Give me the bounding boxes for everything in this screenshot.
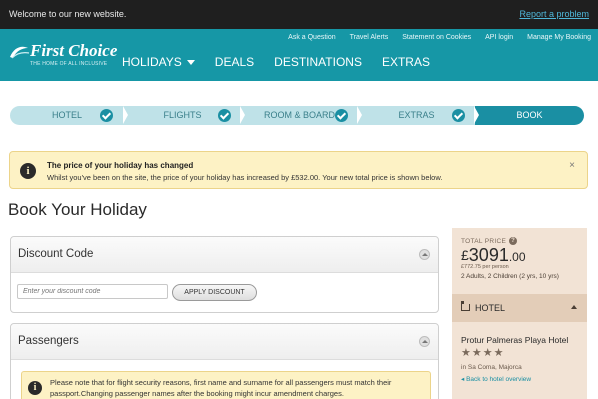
step-book-label: BOOK [516,110,543,120]
passengers-panel-title: Passengers [18,335,79,347]
report-problem-link[interactable]: Report a problem [519,9,589,19]
bed-icon [460,301,470,311]
travel-alerts-link[interactable]: Travel Alerts [350,34,389,41]
cookies-statement-link[interactable]: Statement on Cookies [402,34,471,41]
discount-code-input[interactable] [17,284,168,299]
step-separator [240,106,245,124]
check-icon [218,109,231,122]
hotel-section-label: HOTEL [475,303,506,313]
nav-extras-label: EXTRAS [381,55,430,69]
step-room-board[interactable]: ROOM & BOARD [241,106,362,125]
per-person-price: £772.75 per person [461,264,509,270]
booking-summary: TOTAL PRICE ? £3091.00 £772.75 per perso… [452,228,587,399]
manage-booking-link[interactable]: Manage My Booking [527,34,591,41]
close-icon[interactable]: × [569,160,575,171]
collapse-icon[interactable] [419,249,430,260]
price-change-alert: i The price of your holiday has changed … [9,151,588,189]
apply-discount-button[interactable]: APPLY DISCOUNT [172,284,257,301]
ask-question-link[interactable]: Ask a Question [288,34,335,41]
info-icon: i [20,163,36,179]
logo-swoosh-icon [10,46,30,59]
price-currency: £ [461,247,469,263]
page-title: Book Your Holiday [8,200,147,219]
chevron-down-icon [186,59,195,65]
discount-panel: Discount Code APPLY DISCOUNT [10,236,439,313]
booking-progress: HOTEL FLIGHTS ROOM & BOARD EXTRAS BOOK [10,106,584,125]
step-hotel-label: HOTEL [51,110,82,120]
check-icon [335,109,348,122]
total-price: £3091.00 [461,245,526,266]
step-hotel[interactable]: HOTEL [10,106,128,125]
utility-links: Ask a Question Travel Alerts Statement o… [288,34,591,41]
nav-deals[interactable]: DEALS [215,55,254,69]
total-price-label-text: TOTAL PRICE [461,237,507,245]
nav-destinations-label: DESTINATIONS [274,55,362,69]
step-book[interactable]: BOOK [475,106,584,125]
price-decimal: .00 [508,250,526,264]
discount-panel-header[interactable]: Discount Code [11,237,438,273]
nav-holidays[interactable]: HOLIDAYS [122,55,195,69]
nav-destinations[interactable]: DESTINATIONS [274,55,362,69]
nav-holidays-label: HOLIDAYS [122,55,182,69]
total-price-label: TOTAL PRICE ? [461,237,518,245]
check-icon [100,109,113,122]
hotel-section-header[interactable]: HOTEL [452,294,587,322]
nav-deals-label: DEALS [214,55,255,69]
alert-message: Whilst you've been on the site, the pric… [47,173,443,182]
step-extras[interactable]: EXTRAS [358,106,479,125]
party-composition: 2 Adults, 2 Children (2 yrs, 10 yrs) [461,273,559,280]
hotel-location: in Sa Coma, Majorca [461,364,522,371]
chevron-up-icon[interactable] [571,305,577,309]
check-icon [452,109,465,122]
discount-panel-title: Discount Code [18,248,94,260]
price-whole: 3091 [468,245,509,265]
step-flights-label: FLIGHTS [163,110,202,120]
passengers-panel-header[interactable]: Passengers [11,324,438,360]
step-separator [123,106,128,124]
nav-extras[interactable]: EXTRAS [382,55,430,69]
passengers-panel: Passengers i Please note that for flight… [10,323,439,399]
star-rating: ★★★★ [461,347,505,359]
step-flights[interactable]: FLIGHTS [124,106,245,125]
welcome-text: Welcome to our new website. [9,9,127,19]
alert-title: The price of your holiday has changed [47,161,194,170]
api-login-link[interactable]: API login [485,34,513,41]
back-to-hotel-link[interactable]: ◂ Back to hotel overview [461,375,531,383]
step-room-board-label: ROOM & BOARD [263,110,335,120]
main-nav: HOLIDAYS DEALS DESTINATIONS EXTRAS [122,55,430,69]
hotel-name: Protur Palmeras Playa Hotel [461,335,569,345]
step-separator [357,106,362,124]
passenger-name-notice: i Please note that for flight security r… [21,371,431,399]
brand-tagline: THE HOME OF ALL INCLUSIVE [30,61,108,67]
info-icon: i [28,381,42,395]
brand-name: First Choice [30,41,118,60]
help-icon[interactable]: ? [509,237,518,245]
step-extras-label: EXTRAS [398,110,435,120]
passenger-notice-text: Please note that for flight security rea… [50,378,392,398]
top-bar: Welcome to our new website. Report a pro… [0,0,598,29]
collapse-icon[interactable] [419,336,430,347]
step-separator [474,106,479,124]
